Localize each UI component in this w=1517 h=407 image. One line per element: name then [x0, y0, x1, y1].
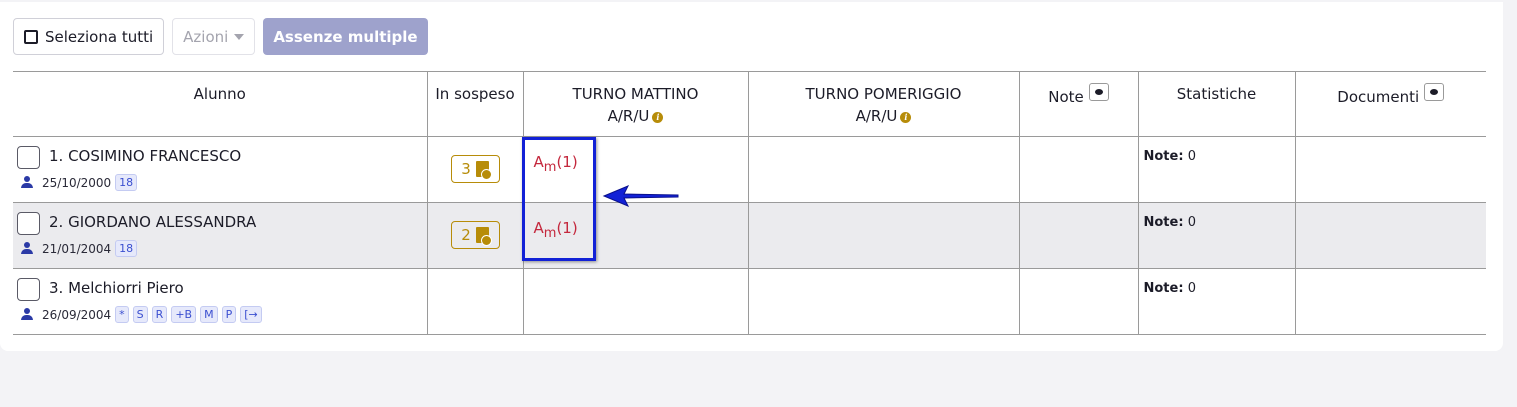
header-documents: Documenti	[1295, 71, 1486, 137]
eye-icon[interactable]	[1088, 83, 1109, 101]
tag-asterisk[interactable]: *	[115, 306, 129, 323]
caret-down-icon	[234, 33, 245, 40]
header-morning-sub: A/R/U	[607, 107, 650, 125]
pending-cell	[427, 268, 524, 335]
pending-count: 2	[461, 226, 471, 244]
checkbox-icon	[24, 29, 38, 44]
notes-cell	[1019, 268, 1139, 335]
table-row: 2. GIORDANO ALESSANDRA 21/01/2004 18 2 A…	[13, 202, 1486, 269]
tag-plus-b[interactable]: +B	[171, 306, 197, 323]
pending-cell: 2	[427, 202, 524, 269]
documents-cell	[1295, 136, 1486, 203]
notes-cell	[1019, 202, 1139, 269]
header-notes-label: Note	[1048, 88, 1084, 106]
select-all-label: Seleziona tutti	[45, 27, 154, 46]
morning-cell[interactable]	[523, 268, 749, 335]
table-header-row: Alunno In sospeso TURNO MATTINO A/R/U i T…	[13, 71, 1486, 137]
header-pending-label: In sospeso	[435, 85, 515, 103]
eye-icon[interactable]	[1424, 83, 1445, 101]
header-notes: Note	[1019, 71, 1139, 137]
person-icon	[21, 308, 33, 321]
highlight-box	[522, 137, 596, 261]
info-icon[interactable]: i	[900, 112, 912, 123]
header-stats-label: Statistiche	[1176, 85, 1257, 103]
row-checkbox[interactable]	[17, 212, 40, 235]
stats-cell: Note: 0	[1138, 136, 1296, 203]
tag-s[interactable]: S	[132, 306, 148, 323]
info-icon[interactable]: i	[652, 112, 664, 123]
age-tag: 18	[115, 174, 138, 191]
header-student: Alunno	[13, 71, 428, 137]
header-afternoon-label: TURNO POMERIGGIO	[805, 85, 962, 103]
stats-cell: Note: 0	[1138, 202, 1296, 269]
multiple-absences-button[interactable]: Assenze multiple	[263, 18, 428, 55]
table-row: 3. Melchiorri Piero 26/09/2004 * S R +B …	[13, 268, 1486, 335]
header-morning: TURNO MATTINO A/R/U i	[523, 71, 749, 137]
pending-badge[interactable]: 3	[450, 155, 500, 183]
stats-label: Note:	[1143, 149, 1184, 164]
header-afternoon: TURNO POMERIGGIO A/R/U i	[748, 71, 1020, 137]
pending-cell: 3	[427, 136, 524, 203]
row-checkbox[interactable]	[17, 278, 40, 301]
person-icon	[21, 176, 33, 189]
header-stats: Statistiche	[1138, 71, 1296, 137]
student-cell: 1. COSIMINO FRANCESCO 25/10/2000 18	[13, 136, 428, 203]
pointer-arrow-icon	[602, 185, 679, 207]
header-morning-label: TURNO MATTINO	[572, 85, 699, 103]
age-tag: 18	[115, 240, 138, 257]
stats-label: Note:	[1143, 215, 1184, 230]
header-documents-label: Documenti	[1337, 88, 1420, 106]
header-student-label: Alunno	[193, 85, 246, 103]
stats-cell: Note: 0	[1138, 268, 1296, 335]
student-cell: 2. GIORDANO ALESSANDRA 21/01/2004 18	[13, 202, 428, 269]
afternoon-cell[interactable]	[748, 136, 1020, 203]
birthdate: 21/01/2004	[42, 241, 112, 256]
pending-badge[interactable]: 2	[450, 221, 500, 249]
document-warning-icon	[475, 227, 492, 246]
attendance-table: Alunno In sospeso TURNO MATTINO A/R/U i T…	[13, 71, 1486, 335]
person-icon	[21, 242, 33, 255]
actions-dropdown[interactable]: Azioni	[172, 18, 256, 55]
afternoon-cell[interactable]	[748, 268, 1020, 335]
header-afternoon-sub: A/R/U	[855, 107, 898, 125]
header-pending: In sospeso	[427, 71, 524, 137]
student-cell: 3. Melchiorri Piero 26/09/2004 * S R +B …	[13, 268, 428, 335]
stats-value: 0	[1187, 149, 1196, 164]
stats-value: 0	[1187, 281, 1196, 296]
student-name[interactable]: 2. GIORDANO ALESSANDRA	[49, 213, 256, 231]
afternoon-cell[interactable]	[748, 202, 1020, 269]
exit-icon[interactable]: [→	[240, 306, 262, 323]
tag-m[interactable]: M	[200, 306, 218, 323]
birthdate: 25/10/2000	[42, 175, 112, 190]
table-row: 1. COSIMINO FRANCESCO 25/10/2000 18 3 Am…	[13, 136, 1486, 203]
pending-count: 3	[461, 160, 471, 178]
documents-cell	[1295, 202, 1486, 269]
notes-cell	[1019, 136, 1139, 203]
row-checkbox[interactable]	[17, 146, 40, 169]
tag-r[interactable]: R	[151, 306, 168, 323]
student-name[interactable]: 1. COSIMINO FRANCESCO	[49, 147, 241, 165]
select-all-button[interactable]: Seleziona tutti	[13, 18, 165, 55]
stats-value: 0	[1187, 215, 1196, 230]
tag-p[interactable]: P	[221, 306, 237, 323]
student-name[interactable]: 3. Melchiorri Piero	[49, 279, 184, 297]
actions-label: Azioni	[183, 27, 229, 46]
stats-label: Note:	[1143, 281, 1184, 296]
multiple-absences-label: Assenze multiple	[273, 27, 418, 46]
document-warning-icon	[475, 161, 492, 180]
birthdate: 26/09/2004	[42, 307, 112, 322]
documents-cell	[1295, 268, 1486, 335]
toolbar: Seleziona tutti Azioni Assenze multiple	[13, 18, 428, 55]
